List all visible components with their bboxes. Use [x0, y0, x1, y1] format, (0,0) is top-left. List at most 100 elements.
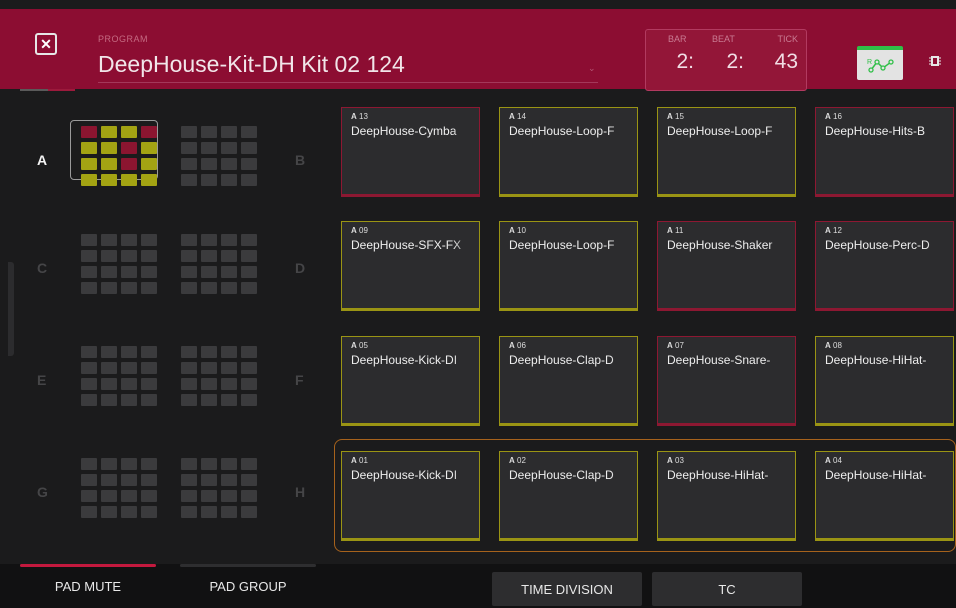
bank-thumb-cell: [241, 282, 257, 294]
bank-button-f[interactable]: [170, 340, 258, 406]
bank-thumb-cell: [101, 142, 117, 154]
bank-thumb-cell: [121, 282, 137, 294]
bank-thumb-cell: [81, 142, 97, 154]
pad-12[interactable]: A 12 DeepHouse-Perc-D: [815, 221, 954, 311]
time-division-button[interactable]: TIME DIVISION: [492, 572, 642, 606]
bank-thumb-cell: [121, 474, 137, 486]
bank-thumb-cell: [201, 474, 217, 486]
chevron-down-icon[interactable]: ⌄: [588, 63, 596, 74]
bank-thumb-cell: [241, 506, 257, 518]
pad-number: A 13: [351, 112, 368, 121]
bank-button-d[interactable]: [170, 228, 258, 294]
tick-label: TICK: [777, 34, 798, 44]
bank-button-e[interactable]: [70, 340, 158, 406]
program-selector[interactable]: DeepHouse-Kit-DH Kit 02 124: [98, 51, 405, 78]
pad-10[interactable]: A 10 DeepHouse-Loop-F: [499, 221, 638, 311]
bank-button-h[interactable]: [170, 452, 258, 518]
pad-group-tab[interactable]: PAD GROUP: [180, 564, 316, 608]
bank-thumb-cell: [221, 158, 237, 170]
beat-counter: BEAT 2:: [704, 34, 744, 74]
pad-bank-letter: A: [667, 341, 673, 350]
bank-thumb-cell: [141, 394, 157, 406]
bank-thumb-cell: [141, 490, 157, 502]
side-drawer-handle[interactable]: [8, 262, 14, 356]
bank-letter-d: D: [295, 260, 306, 276]
bank-button-c[interactable]: [70, 228, 158, 294]
bank-thumb-cell: [181, 346, 197, 358]
bank-button-g[interactable]: [70, 452, 158, 518]
pad-05[interactable]: A 05 DeepHouse-Kick-DI: [341, 336, 480, 426]
pad-index: 16: [833, 112, 842, 121]
pad-09[interactable]: A 09 DeepHouse-SFX-FX: [341, 221, 480, 311]
bank-letter-h: H: [295, 484, 306, 500]
bank-thumb-cell: [141, 250, 157, 262]
bank-letter-a: A: [37, 152, 48, 168]
bank-button-b[interactable]: [170, 120, 258, 186]
pad-14[interactable]: A 14 DeepHouse-Loop-F: [499, 107, 638, 197]
pad-bank-letter: A: [509, 226, 515, 235]
automation-button[interactable]: R: [857, 46, 903, 80]
bank-thumb-cell: [81, 458, 97, 470]
pad-15[interactable]: A 15 DeepHouse-Loop-F: [657, 107, 796, 197]
bank-thumb-cell: [121, 250, 137, 262]
bank-thumb-cell: [201, 458, 217, 470]
bank-thumb-cell: [141, 282, 157, 294]
bank-thumb-cell: [141, 266, 157, 278]
bank-thumb-cell: [241, 458, 257, 470]
bank-thumb-cell: [101, 174, 117, 186]
bank-thumb-cell: [241, 174, 257, 186]
pad-index: 15: [675, 112, 684, 121]
pad-06[interactable]: A 06 DeepHouse-Clap-D: [499, 336, 638, 426]
pad-sample-name: DeepHouse-Clap-D: [509, 353, 614, 367]
pad-bank-letter: A: [825, 341, 831, 350]
pad-number: A 16: [825, 112, 842, 121]
bank-button-a[interactable]: [70, 120, 158, 186]
pad-mute-indicator: [20, 564, 156, 567]
bank-thumb-cell: [201, 490, 217, 502]
bank-thumb-cell: [121, 158, 137, 170]
bank-thumb-cell: [181, 126, 197, 138]
bar-beat-tick-counter[interactable]: BAR 2: BEAT 2: TICK 43: [645, 29, 807, 91]
bank-thumb-cell: [241, 142, 257, 154]
pad-07[interactable]: A 07 DeepHouse-Snare-: [657, 336, 796, 426]
pad-number: A 08: [825, 341, 842, 350]
bank-thumb-cell: [101, 490, 117, 502]
bank-thumb-cell: [101, 266, 117, 278]
pad-08[interactable]: A 08 DeepHouse-HiHat-: [815, 336, 954, 426]
close-button[interactable]: ✕: [35, 33, 57, 55]
tick-counter: TICK 43: [758, 34, 798, 74]
bank-thumb-cell: [181, 174, 197, 186]
bank-thumb-cell: [81, 506, 97, 518]
pad-sample-name: DeepHouse-Loop-F: [667, 124, 773, 138]
bank-thumb-cell: [241, 362, 257, 374]
pad-11[interactable]: A 11 DeepHouse-Shaker: [657, 221, 796, 311]
pad-sample-name: DeepHouse-Perc-D: [825, 238, 930, 252]
bank-thumb-cell: [141, 458, 157, 470]
bank-thumb-cell: [141, 346, 157, 358]
bank-thumb-cell: [241, 158, 257, 170]
bank-thumb-cell: [181, 378, 197, 390]
bank-thumb-cell: [241, 126, 257, 138]
bank-thumb-cell: [121, 506, 137, 518]
tick-value: 43: [774, 50, 798, 73]
bank-thumb-cell: [241, 394, 257, 406]
bank-thumb-cell: [81, 158, 97, 170]
bank-thumb-cell: [201, 174, 217, 186]
pad-13[interactable]: A 13 DeepHouse-Cymba: [341, 107, 480, 197]
bank-thumb-cell: [181, 394, 197, 406]
pad-mute-tab[interactable]: PAD MUTE: [20, 564, 156, 608]
bank-thumb-cell: [201, 346, 217, 358]
pad-16[interactable]: A 16 DeepHouse-Hits-B: [815, 107, 954, 197]
bank-thumb-cell: [101, 474, 117, 486]
chip-icon[interactable]: [929, 55, 941, 67]
pad-sample-name: DeepHouse-Loop-F: [509, 124, 615, 138]
bank-thumb-cell: [81, 126, 97, 138]
close-icon: ✕: [40, 36, 52, 52]
header-bar: ✕ PROGRAM DeepHouse-Kit-DH Kit 02 124 ⌄ …: [0, 9, 956, 91]
pad-number: A 05: [351, 341, 368, 350]
bank-thumb-cell: [221, 234, 237, 246]
tc-button[interactable]: TC: [652, 572, 802, 606]
bank-letter-f: F: [295, 372, 304, 388]
pad-number: A 14: [509, 112, 526, 121]
tc-label: TC: [718, 581, 736, 597]
